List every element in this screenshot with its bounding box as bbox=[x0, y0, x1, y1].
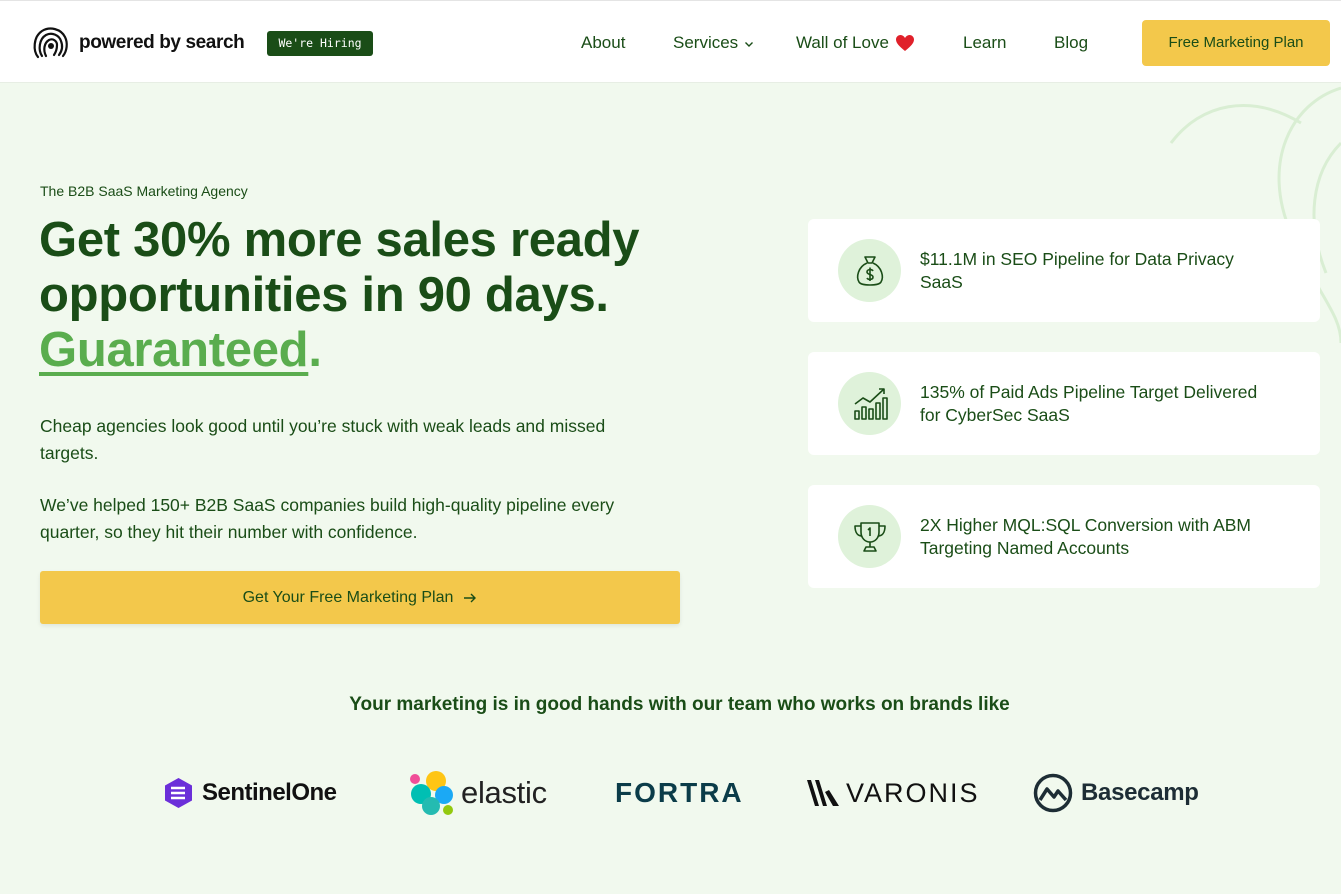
hero-paragraph-1: Cheap agencies look good until you’re st… bbox=[40, 416, 606, 463]
stat-card: $11.1M in SEO Pipeline for Data Privacy … bbox=[808, 219, 1320, 322]
brand-logo-basecamp: Basecamp bbox=[1033, 770, 1199, 816]
hero-paragraph-2: We’ve helped 150+ B2B SaaS companies bui… bbox=[40, 495, 615, 542]
brand-name: elastic bbox=[461, 775, 547, 810]
stat-text: $11.1M in SEO Pipeline for Data Privacy … bbox=[920, 248, 1234, 292]
headline-line-2: opportunities in 90 days. bbox=[39, 268, 609, 322]
brand-logo[interactable]: powered by search bbox=[30, 23, 245, 63]
brand-logo-elastic: elastic bbox=[409, 770, 547, 816]
nav-about[interactable]: About bbox=[581, 33, 625, 53]
trophy-icon bbox=[853, 521, 886, 552]
brand-logo-varonis: VARONIS bbox=[806, 770, 980, 816]
nav-learn-label: Learn bbox=[963, 33, 1007, 52]
money-bag-icon bbox=[856, 255, 883, 286]
brand-logo-fortra: FORTRA bbox=[615, 770, 744, 816]
hero-eyebrow: The B2B SaaS Marketing Agency bbox=[40, 183, 248, 199]
get-free-marketing-plan-button[interactable]: Get Your Free Marketing Plan bbox=[40, 571, 680, 624]
stat-card: 135% of Paid Ads Pipeline Target Deliver… bbox=[808, 352, 1320, 455]
nav-wall-of-love[interactable]: Wall of Love bbox=[796, 33, 915, 53]
arrow-right-icon bbox=[464, 593, 477, 602]
nav-wall-of-love-label: Wall of Love bbox=[796, 33, 889, 52]
elastic-mark-icon bbox=[410, 771, 453, 815]
headline-highlight: Guaranteed bbox=[39, 323, 309, 377]
sentinelone-mark-icon bbox=[165, 778, 192, 808]
stat-card: 2X Higher MQL:SQL Conversion with ABM Ta… bbox=[808, 485, 1320, 588]
brands-title: Your marketing is in good hands with our… bbox=[349, 694, 1010, 715]
brand-name: powered by search bbox=[79, 32, 245, 53]
cta-main-label: Get Your Free Marketing Plan bbox=[242, 588, 454, 606]
fingerprint-logo-icon bbox=[33, 27, 68, 59]
hiring-badge[interactable]: We're Hiring bbox=[267, 31, 373, 56]
nav-blog-label: Blog bbox=[1054, 33, 1089, 52]
free-marketing-plan-button[interactable]: Free Marketing Plan bbox=[1142, 20, 1330, 66]
varonis-mark-icon bbox=[807, 780, 839, 806]
basecamp-mark-icon bbox=[1033, 773, 1073, 813]
brand-logo-sentinelone: SentinelOne bbox=[164, 770, 337, 816]
headline-period: . bbox=[308, 323, 322, 377]
brand-name: VARONIS bbox=[846, 777, 980, 808]
nav-learn[interactable]: Learn bbox=[963, 33, 1006, 53]
brand-name: SentinelOne bbox=[202, 779, 337, 806]
nav-services-label: Services bbox=[673, 33, 739, 52]
nav-services[interactable]: Services bbox=[673, 33, 754, 53]
heart-icon bbox=[895, 35, 914, 51]
stat-text: 135% of Paid Ads Pipeline Target Deliver… bbox=[920, 381, 1258, 425]
brand-name: FORTRA bbox=[615, 777, 744, 808]
brand-name: Basecamp bbox=[1081, 779, 1199, 806]
nav-blog[interactable]: Blog bbox=[1054, 33, 1088, 53]
hero-headline: Get 30% more sales ready opportunities i… bbox=[39, 213, 759, 378]
growth-chart-icon bbox=[853, 387, 888, 420]
site-header: powered by search We're Hiring About Ser… bbox=[0, 0, 1341, 83]
chevron-down-icon bbox=[745, 42, 754, 47]
stat-text: 2X Higher MQL:SQL Conversion with ABM Ta… bbox=[920, 514, 1252, 558]
headline-line-1: Get 30% more sales ready bbox=[39, 213, 640, 267]
nav-about-label: About bbox=[581, 33, 626, 52]
